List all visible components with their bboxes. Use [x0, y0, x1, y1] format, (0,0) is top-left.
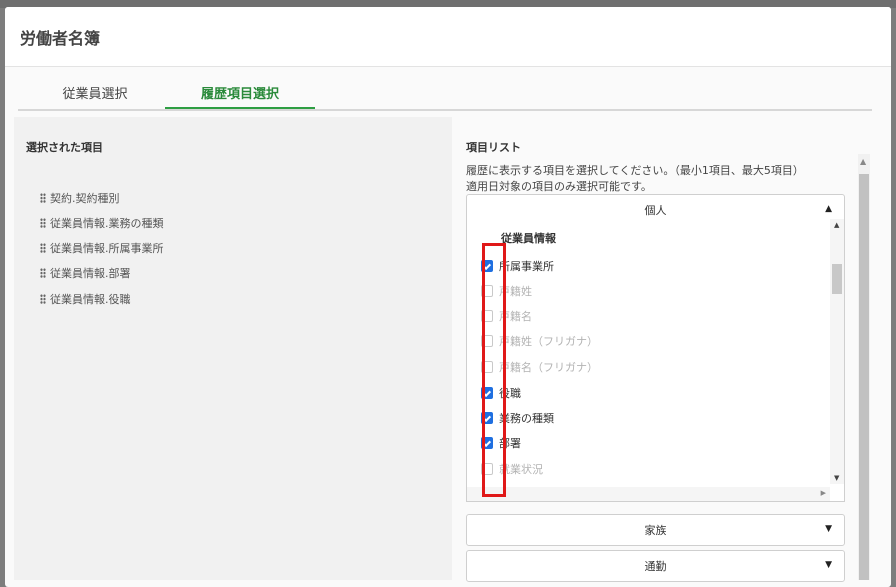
accordion-family-label: 家族	[644, 524, 667, 537]
scroll-up-icon[interactable]: ▲	[834, 221, 839, 229]
scroll-up-icon[interactable]: ▲	[860, 157, 866, 166]
selected-item[interactable]: 契約.契約種別	[40, 190, 120, 206]
scroll-down-icon[interactable]: ▼	[834, 474, 839, 482]
tab-history-item-select[interactable]: 履歴項目選択	[165, 76, 315, 109]
item-list-hint-secondary: 適用日対象の項目のみ選択可能です。	[466, 180, 652, 193]
drag-handle-icon[interactable]	[40, 193, 46, 203]
checkbox-label: 業務の種類	[499, 412, 554, 425]
selected-item-label: 契約.契約種別	[50, 192, 120, 205]
selected-item-label: 従業員情報.部署	[50, 267, 131, 280]
selected-item-label: 従業員情報.役職	[50, 293, 131, 306]
checkbox-label: 所属事業所	[499, 260, 554, 273]
tab-employee-select[interactable]: 従業員選択	[20, 76, 170, 109]
checkbox-label: 戸籍姓（フリガナ）	[499, 335, 598, 348]
drag-handle-icon[interactable]	[40, 243, 46, 253]
panel-scrollbar[interactable]: ▲	[858, 154, 870, 580]
dialog-title: 労働者名簿	[20, 28, 101, 48]
drag-handle-icon[interactable]	[40, 294, 46, 304]
selected-item[interactable]: 従業員情報.部署	[40, 265, 131, 281]
accordion-commute-header[interactable]: 通勤 ▼	[466, 550, 845, 582]
panel-scrollbar-thumb[interactable]	[859, 174, 869, 580]
accordion-personal-body: 従業員情報 所属事業所 戸籍姓 戸籍名 戸籍姓（フリガナ） 戸籍名（フリガナ） …	[466, 219, 845, 502]
list-horizontal-scrollbar[interactable]: ▶	[467, 487, 830, 501]
item-list-hint: 履歴に表示する項目を選択してください。（最小1項目、最大5項目）	[466, 164, 804, 177]
selected-items-panel: 選択された項目 契約.契約種別 従業員情報.業務の種類 従業員情報.所属事業所 …	[14, 117, 452, 580]
selected-item-label: 従業員情報.所属事業所	[50, 242, 164, 255]
tab-bar: 従業員選択 履歴項目選択	[18, 76, 872, 111]
caret-down-icon: ▼	[825, 524, 832, 534]
accordion-family-header[interactable]: 家族 ▼	[466, 514, 845, 546]
drag-handle-icon[interactable]	[40, 268, 46, 278]
list-scrollbar[interactable]: ▲ ▼	[830, 219, 844, 484]
caret-down-icon: ▼	[825, 560, 832, 570]
selected-item[interactable]: 従業員情報.所属事業所	[40, 240, 164, 256]
selected-item[interactable]: 従業員情報.業務の種類	[40, 215, 164, 231]
active-tab-indicator	[165, 107, 315, 109]
accordion-personal-label: 個人	[644, 204, 667, 217]
drag-handle-icon[interactable]	[40, 218, 46, 228]
selected-item[interactable]: 従業員情報.役職	[40, 291, 131, 307]
item-list-heading: 項目リスト	[466, 141, 521, 154]
annotation-highlight-box	[482, 243, 506, 497]
selected-items-heading: 選択された項目	[26, 141, 103, 154]
selected-item-label: 従業員情報.業務の種類	[50, 217, 164, 230]
list-scrollbar-thumb[interactable]	[832, 264, 842, 294]
dialog-header: 労働者名簿	[5, 7, 891, 67]
accordion-commute-label: 通勤	[644, 560, 667, 573]
scroll-right-icon[interactable]: ▶	[821, 489, 826, 497]
checkbox-label: 戸籍名（フリガナ）	[499, 361, 598, 374]
group-label-employee-info: 従業員情報	[501, 232, 556, 245]
caret-up-icon: ▲	[825, 204, 832, 214]
